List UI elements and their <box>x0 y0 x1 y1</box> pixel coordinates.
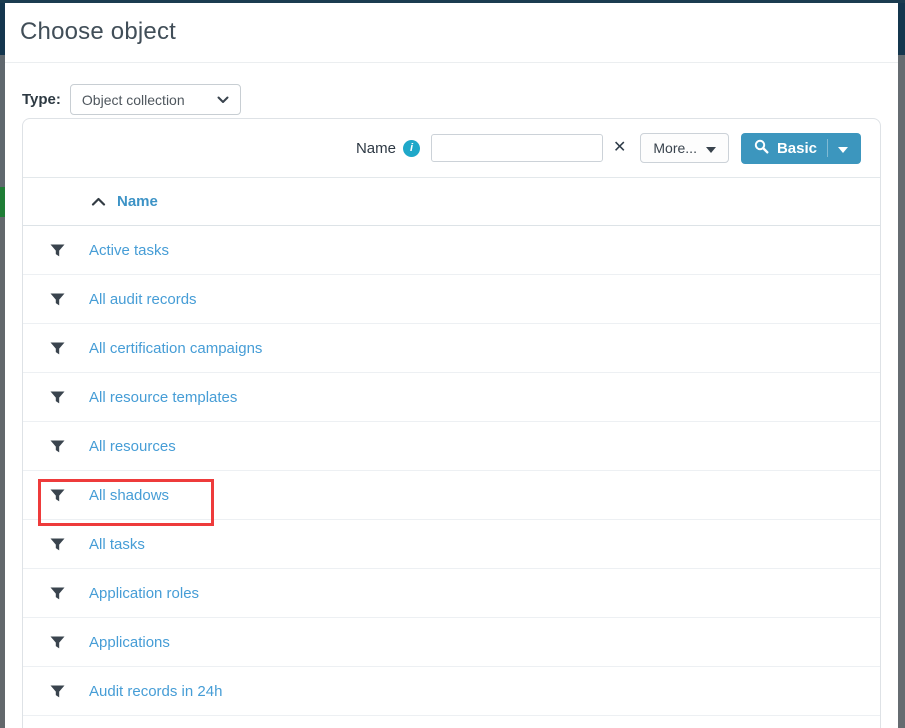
object-link[interactable]: All shadows <box>89 487 169 504</box>
page-edge-left <box>0 0 5 728</box>
table-row: Applications <box>23 618 880 667</box>
info-icon[interactable]: i <box>402 139 420 157</box>
object-link[interactable]: Applications <box>89 634 170 651</box>
table-row: All certification campaigns <box>23 324 880 373</box>
edge-segment <box>0 0 5 55</box>
basic-button-label: Basic <box>776 139 817 157</box>
table-row: Audit records in 24h <box>23 667 880 716</box>
type-select-value: Object collection <box>81 91 185 108</box>
filter-icon[interactable] <box>50 587 65 600</box>
table-row: All resources <box>23 422 880 471</box>
object-link[interactable]: All resource templates <box>89 389 237 406</box>
object-link[interactable]: Audit records in 24h <box>89 683 222 700</box>
filter-icon[interactable] <box>50 342 65 355</box>
filter-icon[interactable] <box>50 391 65 404</box>
edge-segment <box>0 187 5 217</box>
object-link[interactable]: All certification campaigns <box>89 340 262 357</box>
object-link[interactable]: All tasks <box>89 536 145 553</box>
edge-segment <box>898 55 905 728</box>
chevron-down-icon <box>217 91 229 109</box>
page-edge-top <box>0 0 905 3</box>
table-row: All audit records <box>23 275 880 324</box>
object-list: Active tasks All audit records All certi… <box>23 226 880 716</box>
search-bar: Name i ✕ More... Basic <box>23 119 880 177</box>
sort-ascending-icon <box>91 193 106 211</box>
clear-search-icon[interactable]: ✕ <box>613 140 626 156</box>
more-button[interactable]: More... <box>640 133 729 163</box>
more-button-label: More... <box>653 140 697 156</box>
basic-search-button[interactable]: Basic <box>740 132 861 164</box>
caret-down-icon <box>705 140 716 156</box>
object-link[interactable]: Application roles <box>89 585 199 602</box>
title-divider <box>5 62 898 63</box>
filter-icon[interactable] <box>50 244 65 257</box>
table-row: Active tasks <box>23 226 880 275</box>
filter-icon[interactable] <box>50 489 65 502</box>
filter-icon[interactable] <box>50 293 65 306</box>
type-selector-row: Type: Object collection <box>22 84 241 115</box>
caret-down-icon[interactable] <box>838 140 848 157</box>
table-row: All resource templates <box>23 373 880 422</box>
table-row: All shadows <box>23 471 880 526</box>
button-divider <box>827 139 828 157</box>
object-link[interactable]: All audit records <box>89 291 197 308</box>
object-list-panel: Name i ✕ More... Basic Name Active tasks… <box>22 118 881 728</box>
search-field-label: Name <box>355 139 396 157</box>
object-link[interactable]: Active tasks <box>89 242 169 259</box>
table-row: Application roles <box>23 569 880 618</box>
edge-segment <box>898 0 905 55</box>
filter-icon[interactable] <box>50 636 65 649</box>
filter-icon[interactable] <box>50 685 65 698</box>
name-column-header[interactable]: Name <box>23 177 880 226</box>
object-link[interactable]: All resources <box>89 438 176 455</box>
edge-segment <box>0 55 5 187</box>
page-title: Choose object <box>20 18 177 45</box>
search-input[interactable] <box>430 134 603 162</box>
page-edge-right <box>898 0 905 728</box>
filter-icon[interactable] <box>50 440 65 453</box>
table-row: All tasks <box>23 520 880 569</box>
type-select[interactable]: Object collection <box>69 84 241 115</box>
filter-icon[interactable] <box>50 538 65 551</box>
type-label: Type: <box>22 91 61 108</box>
column-header-label: Name <box>117 193 158 210</box>
edge-segment <box>0 217 5 728</box>
search-icon <box>754 139 769 158</box>
